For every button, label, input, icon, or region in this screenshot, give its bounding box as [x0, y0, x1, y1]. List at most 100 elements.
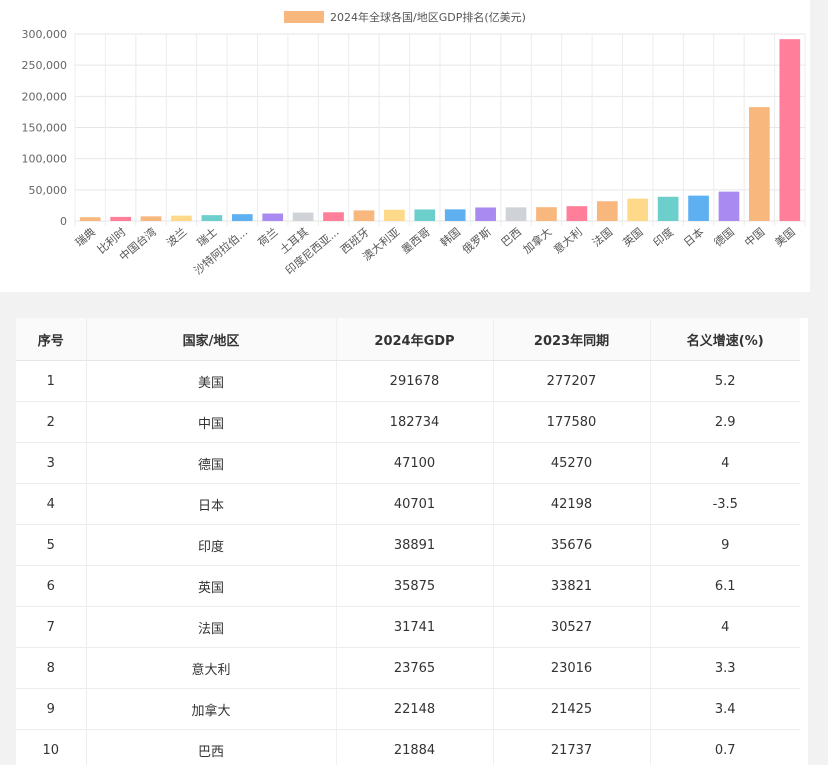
cell-growth: -3.5: [650, 483, 800, 525]
bar-12[interactable]: [444, 209, 466, 221]
cell-index: 4: [16, 483, 87, 525]
cell-index: 3: [16, 442, 87, 484]
cell-country: 中国: [86, 401, 337, 443]
bar-1[interactable]: [110, 216, 131, 221]
bar-3[interactable]: [171, 215, 192, 221]
cell-growth: 9: [650, 524, 800, 566]
table-row: 1 美国 291678 277207 5.2: [16, 360, 800, 402]
x-tick-label: 印度: [650, 225, 676, 250]
bar-11[interactable]: [414, 209, 436, 221]
cell-index: 5: [16, 524, 87, 566]
bar-19[interactable]: [657, 196, 679, 221]
bar-21[interactable]: [718, 191, 740, 221]
bar-13[interactable]: [475, 207, 496, 221]
legend-swatch: [284, 11, 325, 23]
x-tick-label: 日本: [681, 225, 707, 250]
bar-23[interactable]: [779, 39, 801, 222]
x-tick-label: 法国: [589, 225, 615, 250]
cell-gdp-2023: 23016: [493, 647, 651, 689]
bar-4[interactable]: [201, 215, 223, 221]
table-row: 8 意大利 23765 23016 3.3: [16, 647, 800, 689]
cell-gdp-2023: 177580: [493, 401, 651, 443]
x-tick-label: 意大利: [551, 225, 585, 257]
cell-gdp-2023: 21425: [493, 688, 651, 730]
cell-growth: 6.1: [650, 565, 800, 607]
gdp-bar-chart: 0 50,000 100,000 150,000 200,000 250,000 300,0…: [22, 28, 806, 277]
cell-gdp-2024: 21884: [336, 729, 494, 765]
header-growth: 名义增速(%): [650, 318, 800, 361]
header-gdp-2024: 2024年GDP: [336, 318, 494, 361]
table-row: 2 中国 182734 177580 2.9: [16, 401, 800, 443]
bar-8[interactable]: [323, 212, 344, 221]
x-tick-label: 瑞士: [194, 225, 220, 250]
y-tick-label: 150,000: [22, 122, 68, 135]
cell-index: 6: [16, 565, 87, 607]
bar-17[interactable]: [596, 201, 618, 221]
x-tick-label: 中国: [742, 225, 767, 249]
table-row: 6 英国 35875 33821 6.1: [16, 565, 800, 607]
cell-gdp-2023: 30527: [493, 606, 651, 648]
x-tick-label: 俄罗斯: [460, 225, 494, 256]
table-row: 9 加拿大 22148 21425 3.4: [16, 688, 800, 730]
y-tick-label: 200,000: [22, 90, 68, 103]
cell-gdp-2024: 22148: [336, 688, 494, 730]
cell-gdp-2023: 21737: [493, 729, 651, 765]
cell-growth: 0.7: [650, 729, 800, 765]
cell-index: 2: [16, 401, 87, 443]
bar-16[interactable]: [566, 206, 588, 221]
cell-gdp-2024: 38891: [336, 524, 494, 566]
legend-label: 2024年全球各国/地区GDP排名(亿美元): [330, 11, 526, 24]
cell-country: 印度: [86, 524, 337, 566]
cell-gdp-2024: 47100: [336, 442, 494, 484]
bar-0[interactable]: [79, 217, 101, 221]
bar-22[interactable]: [749, 107, 770, 221]
cell-index: 7: [16, 606, 87, 648]
cell-gdp-2023: 42198: [493, 483, 651, 525]
table-row: 3 德国 47100 45270 4: [16, 442, 800, 484]
bar-20[interactable]: [688, 195, 709, 221]
cell-index: 10: [16, 729, 87, 765]
x-tick-label: 美国: [773, 225, 798, 249]
cell-growth: 5.2: [650, 360, 800, 402]
cell-gdp-2023: 33821: [493, 565, 651, 607]
x-tick-label: 韩国: [437, 225, 463, 250]
table-header-row: 序号 国家/地区 2024年GDP 2023年同期 名义增速(%): [16, 318, 800, 361]
chart-legend[interactable]: 2024年全球各国/地区GDP排名(亿美元): [0, 9, 810, 25]
cell-country: 法国: [86, 606, 337, 648]
bar-18[interactable]: [627, 198, 649, 221]
gdp-table-card: 序号 国家/地区 2024年GDP 2023年同期 名义增速(%) 1 美国 291…: [16, 318, 808, 765]
cell-country: 英国: [86, 565, 337, 607]
x-tick-label: 墨西哥: [399, 225, 433, 256]
cell-index: 1: [16, 360, 87, 402]
bar-6[interactable]: [262, 213, 284, 221]
bar-7[interactable]: [292, 212, 314, 221]
bar-9[interactable]: [353, 210, 375, 221]
x-tick-label: 加拿大: [520, 225, 554, 257]
bar-15[interactable]: [536, 207, 557, 221]
cell-growth: 4: [650, 606, 800, 648]
cell-index: 8: [16, 647, 87, 689]
bar-5[interactable]: [231, 214, 253, 221]
bar-14[interactable]: [505, 207, 527, 221]
cell-country: 德国: [86, 442, 337, 484]
cell-gdp-2024: 291678: [336, 360, 494, 402]
cell-country: 意大利: [86, 647, 337, 689]
cell-growth: 4: [650, 442, 800, 484]
cell-gdp-2023: 35676: [493, 524, 651, 566]
y-tick-label: 300,000: [22, 28, 68, 41]
y-tick-label: 50,000: [29, 184, 68, 197]
x-tick-label: 英国: [620, 225, 646, 250]
bar-10[interactable]: [384, 209, 405, 221]
x-tick-label: 波兰: [164, 225, 189, 249]
bar-2[interactable]: [140, 216, 162, 221]
cell-gdp-2024: 23765: [336, 647, 494, 689]
y-tick-label: 0: [60, 215, 67, 228]
table-row: 10 巴西 21884 21737 0.7: [16, 729, 800, 765]
table-row: 4 日本 40701 42198 -3.5: [16, 483, 800, 525]
y-tick-label: 250,000: [22, 59, 68, 72]
header-gdp-2023: 2023年同期: [493, 318, 651, 361]
cell-country: 巴西: [86, 729, 337, 765]
cell-gdp-2023: 277207: [493, 360, 651, 402]
gdp-chart-card: 0 50,000 100,000 150,000 200,000 250,000 300,0…: [0, 0, 810, 292]
cell-gdp-2024: 31741: [336, 606, 494, 648]
